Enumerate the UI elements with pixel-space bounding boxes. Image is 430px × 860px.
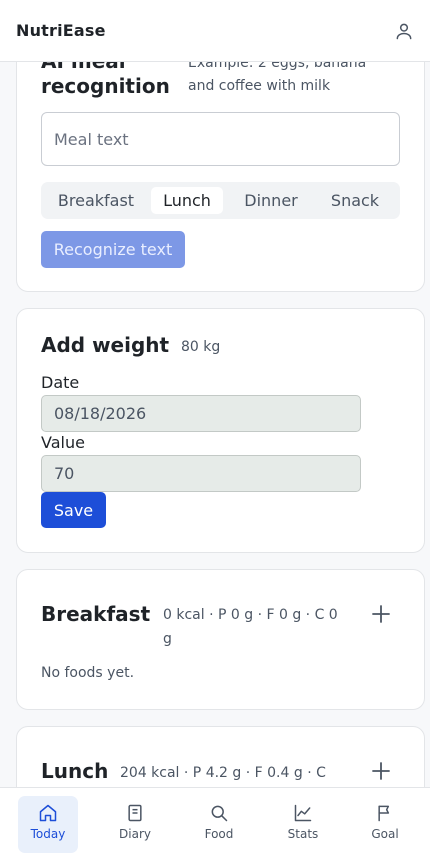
meal-name: Breakfast <box>41 602 151 626</box>
add-food-button[interactable] <box>368 758 394 784</box>
app-title: NutriEase <box>16 21 106 40</box>
user-icon <box>396 23 412 39</box>
meal-type-dinner[interactable]: Dinner <box>227 187 315 214</box>
app-root: NutriEase AI meal recognition Example: 2… <box>0 0 430 860</box>
bottom-nav: Today Diary Food Stats Goal <box>0 787 430 860</box>
save-weight-button[interactable]: Save <box>41 492 106 528</box>
meal-type-selector: Breakfast Lunch Dinner Snack <box>41 182 400 219</box>
flag-icon <box>378 805 390 822</box>
add-food-button[interactable] <box>368 601 394 627</box>
meal-macros: 0 kcal · P 0 g · F 0 g · C 0 g <box>163 607 338 647</box>
nav-label: Diary <box>119 827 151 841</box>
nav-goal[interactable]: Goal <box>355 796 415 853</box>
recognize-text-button[interactable]: Recognize text <box>41 231 185 268</box>
nav-label: Food <box>204 827 234 841</box>
meal-name: Lunch <box>41 759 109 783</box>
nav-food[interactable]: Food <box>189 796 249 853</box>
nav-stats[interactable]: Stats <box>273 796 333 853</box>
date-label: Date <box>41 373 80 392</box>
account-button[interactable] <box>388 15 420 47</box>
top-bar: NutriEase <box>0 0 430 62</box>
current-weight: 80 kg <box>181 339 221 355</box>
chart-icon <box>294 804 312 822</box>
meal-type-breakfast[interactable]: Breakfast <box>45 187 147 214</box>
meal-type-snack[interactable]: Snack <box>315 187 395 214</box>
meal-type-lunch[interactable]: Lunch <box>151 187 223 214</box>
nav-today[interactable]: Today <box>18 796 78 853</box>
meal-macros: 204 kcal · P 4.2 g · F 0.4 g · C <box>120 765 326 781</box>
plus-icon <box>372 605 390 623</box>
weight-value-field[interactable]: 70 <box>41 455 361 492</box>
plus-icon <box>372 762 390 780</box>
nav-label: Stats <box>287 827 319 841</box>
add-weight-card: Add weight 80 kg Date 08/18/2026 Value 7… <box>16 308 425 553</box>
nav-diary[interactable]: Diary <box>105 796 165 853</box>
date-field[interactable]: 08/18/2026 <box>41 395 361 432</box>
book-icon <box>128 804 142 822</box>
value-label: Value <box>41 433 85 452</box>
nav-label: Goal <box>371 827 399 841</box>
meal-text-input[interactable] <box>41 112 400 166</box>
meal-card-breakfast: Breakfast 0 kcal · P 0 g · F 0 g · C 0 g… <box>16 569 425 710</box>
nav-label: Today <box>30 827 66 841</box>
empty-foods-text: No foods yet. <box>41 665 135 681</box>
home-icon <box>39 804 57 822</box>
search-icon <box>211 805 228 822</box>
add-weight-title: Add weight <box>41 333 170 357</box>
